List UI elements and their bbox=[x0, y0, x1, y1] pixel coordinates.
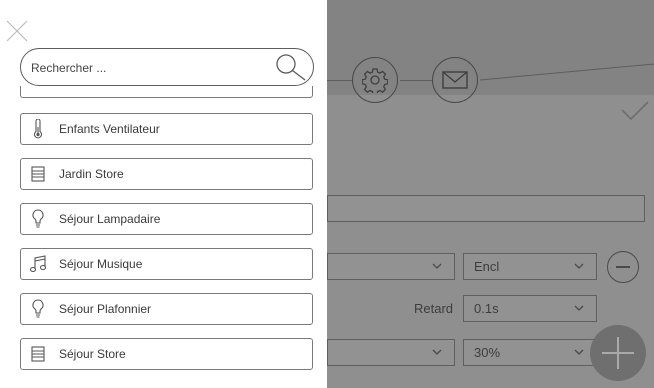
chevron-down-icon bbox=[574, 305, 584, 311]
list-item[interactable]: Jardin Store bbox=[20, 158, 313, 190]
lightbulb-icon bbox=[29, 209, 47, 229]
name-field[interactable] bbox=[327, 195, 645, 222]
blinds-icon bbox=[29, 344, 47, 364]
thermometer-icon bbox=[29, 119, 47, 139]
device-picker-drawer: Enfants Ventilateur Jardin Store bbox=[0, 0, 327, 388]
list-item-label: Séjour Musique bbox=[59, 257, 143, 271]
lightbulb-icon bbox=[29, 299, 47, 319]
connector-line bbox=[327, 80, 352, 81]
list-item[interactable]: Séjour Lampadaire bbox=[20, 203, 313, 235]
list-item[interactable]: Enfants Ventilateur bbox=[20, 113, 313, 145]
search-input[interactable] bbox=[29, 58, 273, 78]
list-item[interactable]: Séjour Musique bbox=[20, 248, 313, 280]
level-select-value: 30% bbox=[474, 345, 501, 360]
gear-icon bbox=[362, 68, 388, 93]
action-select[interactable] bbox=[327, 253, 455, 280]
retard-label: Retard bbox=[414, 301, 454, 316]
chevron-down-icon bbox=[432, 349, 442, 355]
remove-row-button[interactable] bbox=[607, 251, 639, 283]
chevron-down-icon bbox=[432, 263, 442, 269]
target-select[interactable] bbox=[327, 339, 455, 366]
list-item-label: Enfants Ventilateur bbox=[59, 122, 160, 136]
level-select[interactable]: 30% bbox=[463, 339, 597, 366]
list-item-partial[interactable] bbox=[20, 86, 313, 98]
message-button[interactable] bbox=[432, 57, 478, 103]
add-fab-button[interactable] bbox=[590, 325, 646, 381]
music-note-icon bbox=[29, 254, 47, 274]
mode-select-value: Encl bbox=[474, 259, 500, 274]
settings-button[interactable] bbox=[352, 57, 398, 103]
connector-line bbox=[400, 80, 432, 81]
retard-select-value: 0.1s bbox=[474, 301, 499, 316]
list-item[interactable]: Séjour Store bbox=[20, 338, 313, 370]
chevron-down-icon bbox=[574, 263, 584, 269]
list-item[interactable]: Séjour Plafonnier bbox=[20, 293, 313, 325]
blinds-icon bbox=[29, 164, 47, 184]
search-icon[interactable] bbox=[274, 52, 308, 82]
list-item-label: Séjour Lampadaire bbox=[59, 212, 161, 226]
mode-select[interactable]: Encl bbox=[463, 253, 597, 280]
envelope-icon bbox=[442, 71, 468, 89]
chevron-down-icon bbox=[574, 349, 584, 355]
list-item-label: Jardin Store bbox=[59, 167, 124, 181]
search-box bbox=[20, 48, 314, 86]
retard-select[interactable]: 0.1s bbox=[463, 295, 597, 322]
confirm-check-icon[interactable] bbox=[620, 100, 650, 122]
close-icon[interactable] bbox=[6, 20, 28, 42]
list-item-label: Séjour Store bbox=[59, 347, 126, 361]
connector-line bbox=[480, 63, 654, 81]
list-item-label: Séjour Plafonnier bbox=[59, 302, 152, 316]
